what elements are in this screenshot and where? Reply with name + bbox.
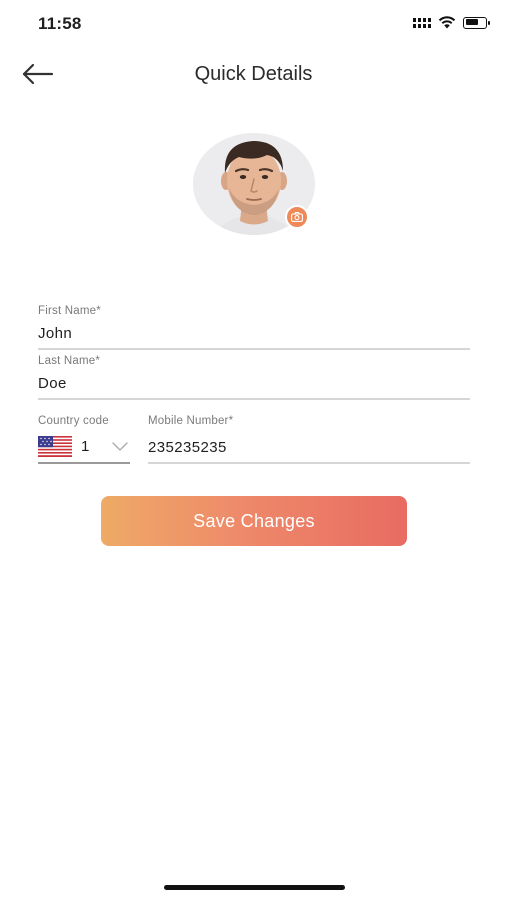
- save-changes-button[interactable]: Save Changes: [101, 496, 407, 546]
- avatar-container: [193, 133, 315, 235]
- page-title: Quick Details: [194, 63, 313, 85]
- battery-icon: [463, 16, 490, 29]
- home-indicator[interactable]: [164, 885, 345, 890]
- first-name-input[interactable]: [38, 323, 470, 343]
- mobile-number-field: Mobile Number*: [148, 415, 470, 464]
- mobile-number-input[interactable]: [148, 437, 470, 457]
- status-time: 11:58: [38, 14, 82, 33]
- first-name-label: First Name*: [38, 305, 101, 317]
- us-flag-icon: [38, 435, 72, 457]
- last-name-field: Last Name*: [38, 355, 470, 400]
- country-code-label: Country code: [38, 415, 109, 427]
- mobile-number-underline: [148, 462, 470, 464]
- country-code-underline: [38, 462, 130, 464]
- country-code-select[interactable]: 1: [38, 435, 130, 457]
- status-bar: 11:58: [0, 0, 507, 50]
- country-code-value: 1: [81, 437, 90, 455]
- cellular-signal-icon: [413, 17, 431, 28]
- first-name-underline: [38, 348, 470, 350]
- first-name-field: First Name*: [38, 305, 470, 350]
- change-photo-button[interactable]: [285, 205, 309, 229]
- country-code-field: Country code 1: [38, 415, 130, 464]
- chevron-down-icon: [112, 441, 128, 451]
- status-icons: [413, 16, 490, 29]
- last-name-underline: [38, 398, 470, 400]
- battery-level: [465, 19, 479, 25]
- camera-icon: [291, 212, 303, 222]
- mobile-number-label: Mobile Number*: [148, 415, 234, 427]
- wifi-icon: [438, 16, 456, 29]
- last-name-label: Last Name*: [38, 355, 101, 367]
- last-name-input[interactable]: [38, 373, 470, 393]
